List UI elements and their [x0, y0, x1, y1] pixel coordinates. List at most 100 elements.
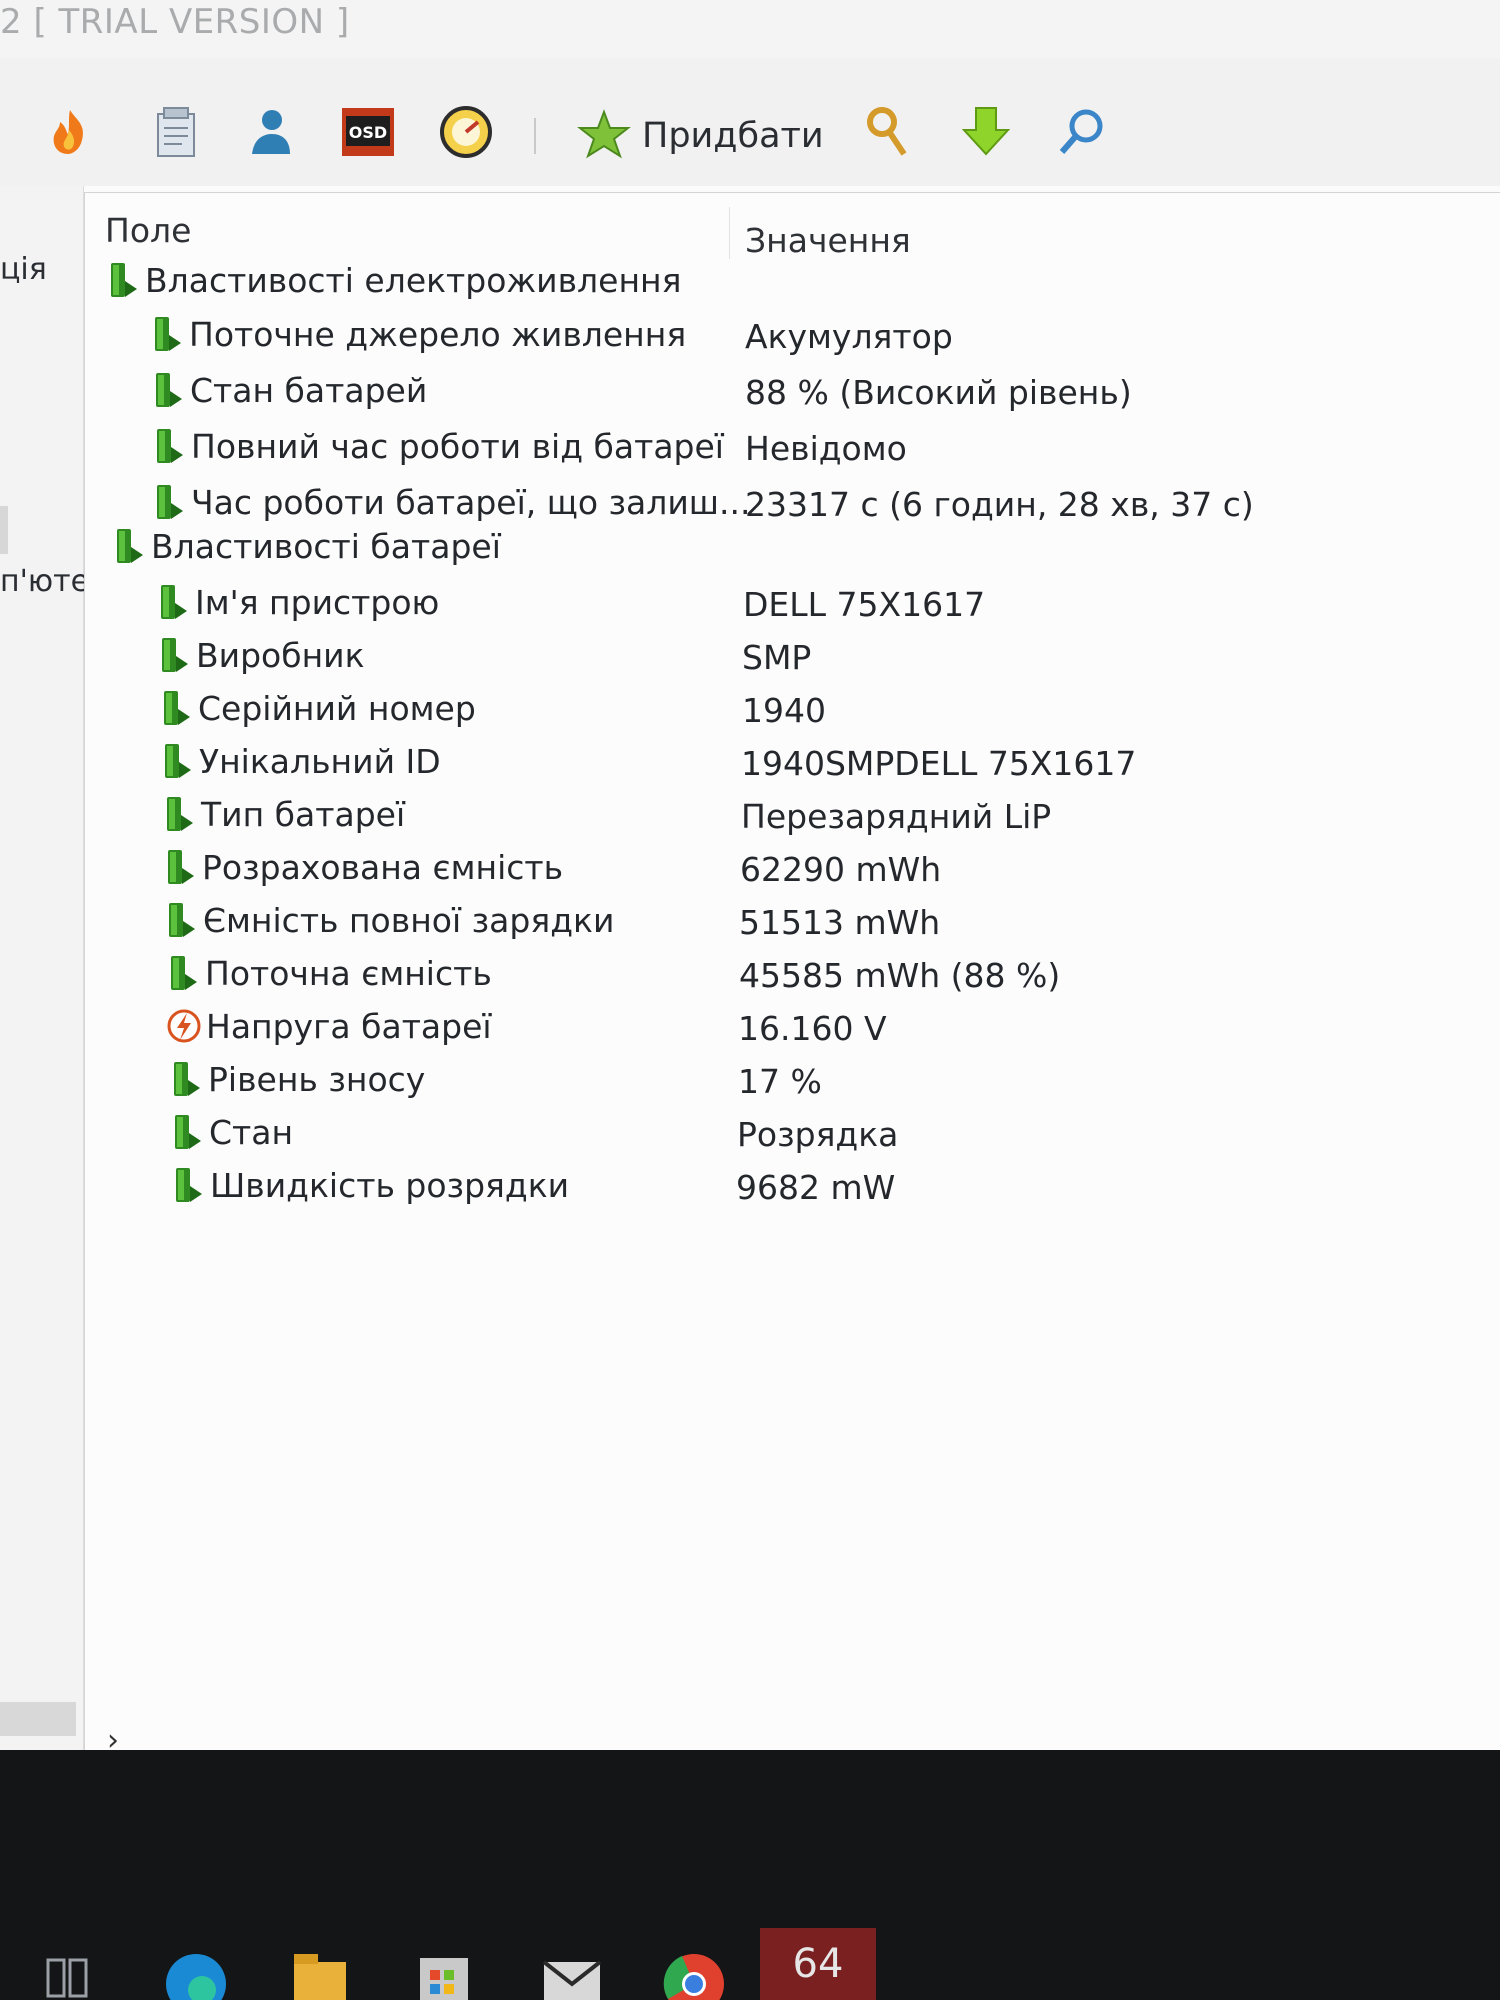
field-label: Серійний номер	[198, 688, 476, 728]
field-value: Перезарядний LiP	[741, 797, 1052, 836]
list-item[interactable]: Стан	[169, 1107, 293, 1157]
section-header[interactable]: Властивості батареї	[111, 521, 501, 571]
field-value: SMP	[742, 638, 812, 677]
field-label: Час роботи батареї, що залиш...	[191, 482, 751, 522]
field-label: Напруга батареї	[206, 1006, 492, 1046]
star-icon	[577, 109, 631, 159]
svg-text:OSD: OSD	[349, 123, 387, 142]
section-header[interactable]: Властивості електроживлення	[105, 255, 681, 305]
edge-browser-icon[interactable]	[162, 1940, 230, 2000]
report-icon[interactable]	[146, 102, 206, 162]
buy-button-label: Придбати	[642, 116, 824, 156]
list-item[interactable]: Поточна ємність	[165, 948, 492, 998]
task-view-icon[interactable]	[44, 1940, 90, 2000]
gauge-icon[interactable]	[436, 102, 496, 162]
toolbar: OSD Придбати	[0, 58, 1500, 186]
battery-icon	[168, 850, 194, 884]
battery-icon	[162, 638, 188, 672]
download-icon[interactable]	[956, 102, 1016, 162]
battery-icon	[171, 956, 197, 990]
battery-icon	[117, 529, 143, 563]
field-value: 9682 mW	[736, 1168, 896, 1207]
field-label: Повний час роботи від батареї	[191, 426, 724, 466]
battery-icon	[155, 317, 181, 351]
voltage-icon	[167, 1009, 201, 1043]
mail-icon[interactable]	[540, 1940, 604, 2000]
section-title: Властивості електроживлення	[145, 260, 682, 300]
nav-item-fragment[interactable]: ція	[0, 252, 47, 287]
nav-horizontal-scrollbar[interactable]	[0, 1702, 76, 1736]
file-explorer-icon[interactable]	[290, 1940, 350, 2000]
battery-icon	[165, 744, 191, 778]
field-value: Невідомо	[745, 429, 907, 468]
field-label: Ім'я пристрою	[195, 582, 440, 622]
list-item[interactable]: Тип батареї	[161, 789, 405, 839]
toolbar-separator	[534, 118, 536, 154]
list-item[interactable]: Час роботи батареї, що залиш...	[151, 477, 750, 527]
nav-item-fragment[interactable]: п'юте	[0, 564, 89, 599]
field-label: Виробник	[196, 635, 365, 675]
window-title: 2 [ TRIAL VERSION ]	[0, 2, 350, 42]
nav-selection-marker	[0, 506, 8, 554]
osd-icon[interactable]: OSD	[338, 102, 398, 162]
title-bar: 2 [ TRIAL VERSION ]	[0, 0, 1500, 58]
field-value: 1940SMPDELL 75X1617	[741, 744, 1137, 783]
battery-icon	[111, 263, 137, 297]
field-value: Розрядка	[737, 1115, 899, 1154]
field-label: Поточна ємність	[205, 953, 492, 993]
column-header-value[interactable]: Значення	[745, 221, 911, 260]
store-icon[interactable]	[414, 1940, 474, 2000]
field-value: 45585 mWh (88 %)	[739, 956, 1061, 995]
field-value: 62290 mWh	[740, 850, 942, 889]
field-value: Акумулятор	[745, 317, 953, 356]
field-value: 1940	[742, 691, 826, 730]
chrome-browser-icon[interactable]	[662, 1940, 726, 2000]
list-item[interactable]: Ємність повної зарядки	[163, 895, 614, 945]
flame-icon[interactable]	[40, 102, 100, 162]
buy-button[interactable]: Придбати	[576, 106, 824, 166]
list-item[interactable]: Ім'я пристрою	[155, 577, 439, 627]
aida64-taskbar-label: 64	[792, 1941, 844, 1987]
field-value: 23317 с (6 годин, 28 хв, 37 с)	[745, 485, 1254, 524]
list-item[interactable]: Повний час роботи від батареї	[151, 421, 724, 471]
user-icon[interactable]	[240, 102, 300, 162]
field-label: Швидкість розрядки	[210, 1165, 570, 1205]
field-label: Рівень зносу	[208, 1059, 426, 1099]
list-item[interactable]: Напруга батареї	[166, 1001, 492, 1051]
field-label: Стан батарей	[190, 370, 428, 410]
tools-icon[interactable]	[858, 102, 918, 162]
list-item[interactable]: Поточне джерело живлення	[149, 309, 686, 359]
list-item[interactable]: Розрахована ємність	[162, 842, 563, 892]
field-value: 51513 mWh	[739, 903, 941, 942]
field-label: Стан	[209, 1112, 294, 1152]
battery-icon	[174, 1062, 200, 1096]
field-label: Розрахована ємність	[202, 847, 564, 887]
battery-icon	[167, 797, 193, 831]
list-item[interactable]: Унікальний ID	[159, 736, 441, 786]
battery-icon	[175, 1115, 201, 1149]
battery-icon	[156, 373, 182, 407]
aida64-taskbar-button[interactable]: 64	[760, 1928, 876, 2000]
battery-icon	[164, 691, 190, 725]
list-item[interactable]: Виробник	[156, 630, 365, 680]
battery-icon	[157, 485, 183, 519]
list-item[interactable]: Стан батарей	[150, 365, 427, 415]
field-label: Ємність повної зарядки	[203, 900, 615, 940]
list-item[interactable]: Серійний номер	[158, 683, 476, 733]
list-item[interactable]: Швидкість розрядки	[170, 1160, 569, 1210]
navigation-pane[interactable]: ція п'юте	[0, 186, 89, 1750]
column-header-field[interactable]: Поле	[105, 211, 191, 250]
battery-icon	[169, 903, 195, 937]
field-label: Тип батареї	[201, 794, 406, 834]
battery-icon	[176, 1168, 202, 1202]
section-title: Властивості батареї	[151, 526, 501, 566]
details-list: Поле Значення › Властивості електроживле…	[84, 192, 1500, 1758]
column-separator[interactable]	[729, 207, 730, 259]
field-value: 16.160 V	[738, 1009, 887, 1048]
search-icon[interactable]	[1052, 102, 1112, 162]
list-item[interactable]: Рівень зносу	[168, 1054, 425, 1104]
field-value: 88 % (Високий рівень)	[745, 373, 1132, 412]
field-value: 17 %	[738, 1062, 822, 1101]
field-value: DELL 75X1617	[743, 585, 986, 624]
field-label: Унікальний ID	[199, 741, 441, 781]
